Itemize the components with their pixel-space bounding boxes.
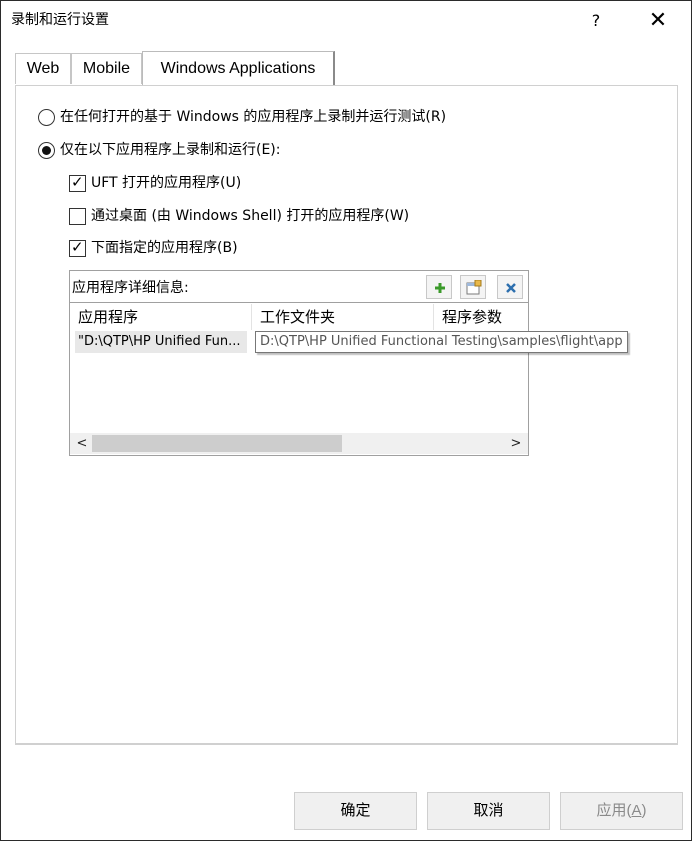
scroll-left-icon[interactable]: < — [72, 433, 92, 454]
apply-button[interactable]: 应用(A) — [560, 792, 683, 830]
window-title: 录制和运行设置 — [11, 12, 109, 28]
column-header-working-folder[interactable]: 工作文件夹 — [252, 304, 434, 330]
column-header-application[interactable]: 应用程序 — [70, 304, 252, 330]
help-button[interactable]: ? — [585, 9, 607, 33]
tab-mobile[interactable]: Mobile — [71, 53, 142, 84]
application-list[interactable]: 应用程序 工作文件夹 程序参数 "D:\QTP\HP Unified Fun..… — [70, 304, 628, 455]
column-header-program-args[interactable]: 程序参数 — [434, 304, 528, 330]
tab-windows-applications[interactable]: Windows Applications — [142, 51, 335, 86]
horizontal-scrollbar[interactable]: < > — [70, 433, 528, 454]
close-button[interactable]: ✕ — [641, 7, 675, 35]
tab-web[interactable]: Web — [15, 53, 71, 84]
table-row[interactable]: "D:\QTP\HP Unified Fun... — [75, 331, 247, 353]
apply-button-label-end: ) — [641, 802, 647, 819]
add-icon — [435, 283, 445, 293]
checkbox-specified-apps-label: 下面指定的应用程序(B) — [91, 240, 238, 256]
delete-button[interactable] — [497, 275, 523, 299]
add-button[interactable] — [426, 275, 452, 299]
dialog-footer: 确定 取消 应用(A) — [1, 745, 691, 840]
apply-accelerator-key: A — [631, 802, 642, 819]
checkbox-shell-apps-label: 通过桌面 (由 Windows Shell) 打开的应用程序(W) — [91, 208, 410, 224]
scrollbar-thumb[interactable] — [92, 435, 342, 452]
radio-button-selected[interactable] — [38, 142, 55, 159]
scroll-right-icon[interactable]: > — [506, 433, 526, 454]
windows-applications-panel: 在任何打开的基于 Windows 的应用程序上录制并运行测试(R) 仅在以下应用… — [15, 85, 678, 745]
delete-icon — [506, 283, 516, 293]
radio-button[interactable] — [38, 109, 55, 126]
checkbox-uft-apps-label: UFT 打开的应用程序(U) — [91, 175, 242, 191]
application-details-box: 应用程序详细信息: 应用程序 工作文件夹 程序参数 "D:\QTP\HP Uni… — [69, 270, 628, 456]
checkbox[interactable]: ✓ — [69, 173, 86, 192]
apply-button-label: 应用( — [596, 802, 632, 819]
ok-button[interactable]: 确定 — [294, 792, 417, 830]
record-run-settings-dialog: 录制和运行设置 ? ✕ Web Mobile Windows Applicati… — [0, 0, 692, 841]
application-details-label: 应用程序详细信息: — [72, 280, 189, 296]
path-tooltip: D:\QTP\HP Unified Functional Testing\sam… — [255, 331, 628, 353]
application-details-header: 应用程序详细信息: — [70, 271, 528, 303]
radio-only-following-label: 仅在以下应用程序上录制和运行(E): — [60, 142, 281, 158]
checkmark-icon: ✓ — [71, 238, 84, 256]
checkmark-icon: ✓ — [71, 173, 84, 191]
title-bar: 录制和运行设置 ? ✕ — [1, 1, 691, 41]
checkbox[interactable]: ✓ — [69, 238, 86, 257]
edit-button[interactable] — [460, 275, 486, 299]
edit-icon — [466, 280, 482, 295]
radio-any-application-label: 在任何打开的基于 Windows 的应用程序上录制并运行测试(R) — [60, 109, 447, 125]
cancel-button[interactable]: 取消 — [427, 792, 550, 830]
checkbox[interactable] — [69, 208, 86, 225]
